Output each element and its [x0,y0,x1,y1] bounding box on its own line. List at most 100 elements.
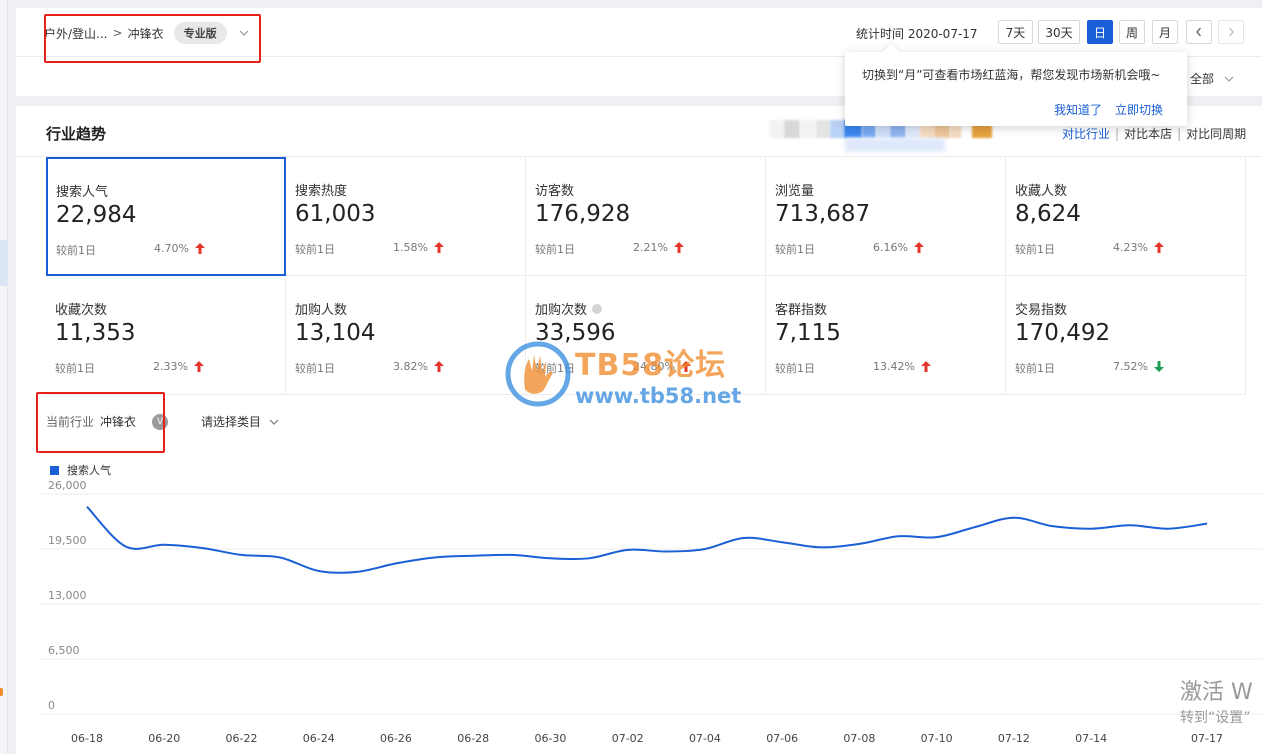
x-tick-label: 07-02 [612,732,644,745]
month-switch-tooltip: 切换到“月”可查看市场红蓝海，帮您发现市场新机会哦~ 我知道了 立即切换 [845,43,1187,126]
legend-label: 搜索人气 [67,464,111,477]
metric-compare-label: 较前1日 [295,362,335,375]
all-filter-dropdown[interactable]: 全部 [1190,70,1234,87]
metric-value: 713,687 [775,201,871,227]
compare-period-link[interactable]: 对比同周期 [1186,125,1246,142]
watermark-title: TB58论坛 [575,348,727,383]
period-7-days-button[interactable]: 7天 [998,20,1033,44]
metric-value: 176,928 [535,201,631,227]
metric-change-value: 7.52% [1113,360,1148,373]
period-week-button[interactable]: 周 [1119,20,1145,44]
link-separator: | [1115,126,1120,141]
metric-card[interactable]: 访客数 176,928 较前1日 2.21% [526,157,766,276]
annotation-box-industry [36,392,165,453]
legend-swatch [50,465,59,475]
metric-card[interactable]: 浏览量 713,687 较前1日 6.16% [766,157,1006,276]
trend-line-chart[interactable]: 0 6,500 13,000 19,500 26,000 06-18 06-20 06-22 0… [0,480,1262,754]
x-tick-label: 07-04 [689,732,721,745]
metric-change-value: 2.21% [633,241,668,254]
tooltip-dismiss-button[interactable]: 我知道了 [1054,101,1102,118]
metric-card[interactable]: 交易指数 170,492 较前1日 7.52% [1006,276,1246,395]
arrow-up-icon [1153,242,1164,253]
metric-compare-label: 较前1日 [1015,243,1055,256]
metric-name: 搜索热度 [295,184,348,199]
metric-change-value: 3.82% [393,360,428,373]
metric-name: 浏览量 [775,184,815,199]
category-select[interactable]: 请选择类目 [201,413,279,430]
metric-card[interactable]: 搜索人气 22,984 较前1日 4.70% [46,157,286,276]
compare-industry-link[interactable]: 对比行业 [1062,125,1110,142]
x-tick-label: 06-24 [303,732,335,745]
metric-change: 1.58% [393,241,444,254]
x-tick-label: 06-26 [380,732,412,745]
x-tick-label: 06-28 [457,732,489,745]
metric-change-value: 13.42% [873,360,915,373]
compare-store-link[interactable]: 对比本店 [1124,125,1172,142]
metric-card[interactable]: 加购人数 13,104 较前1日 3.82% [286,276,526,395]
info-icon[interactable] [592,303,603,314]
metric-card[interactable]: 搜索热度 61,003 较前1日 1.58% [286,157,526,276]
metric-change: 4.70% [154,242,205,255]
y-tick-label: 13,000 [48,589,87,602]
chart-legend[interactable]: 搜索人气 [50,462,111,478]
metric-change-value: 2.33% [153,360,188,373]
annotation-box-breadcrumb [44,14,261,63]
metric-change-value: 4.23% [1113,241,1148,254]
metric-compare-label: 较前1日 [1015,362,1055,375]
stat-time-label: 统计时间 2020-07-17 [856,27,978,41]
metric-name: 交易指数 [1015,303,1068,318]
metric-compare-label: 较前1日 [775,362,815,375]
metric-name: 加购人数 [295,303,348,318]
x-tick-label: 06-22 [225,732,257,745]
arrow-up-icon [193,361,204,372]
metric-change: 2.21% [633,241,684,254]
left-sidebar-selected-item[interactable] [0,240,8,286]
period-30-days-button[interactable]: 30天 [1038,20,1080,44]
watermark-url: www.tb58.net [575,384,742,408]
metric-name: 收藏人数 [1015,184,1068,199]
metric-compare-label: 较前1日 [775,243,815,256]
metric-change: 7.52% [1113,360,1164,373]
forum-watermark: TB58论坛 www.tb58.net [505,340,741,408]
period-month-button[interactable]: 月 [1152,20,1178,44]
arrow-up-icon [673,242,684,253]
chevron-down-icon [1224,76,1234,82]
metric-name: 收藏次数 [55,303,108,318]
period-day-button[interactable]: 日 [1087,20,1113,44]
x-tick-label: 07-10 [921,732,953,745]
y-tick-label: 26,000 [48,480,87,492]
chevron-left-icon [1196,27,1201,37]
y-tick-label: 19,500 [48,534,87,547]
chevron-right-icon [1229,27,1234,37]
x-tick-label: 07-14 [1075,732,1107,745]
metric-value: 8,624 [1015,201,1081,227]
y-tick-label: 0 [48,699,55,712]
category-select-placeholder: 请选择类目 [201,415,262,429]
x-tick-label: 06-20 [148,732,180,745]
metric-change: 6.16% [873,241,924,254]
metric-compare-label: 较前1日 [55,362,95,375]
x-tick-label: 07-08 [843,732,875,745]
arrow-up-icon [194,243,205,254]
series-line-search-popularity [86,505,1208,574]
metric-name: 加购次数 [535,299,603,318]
metric-name: 访客数 [535,184,575,199]
metric-card[interactable]: 客群指数 7,115 较前1日 13.42% [766,276,1006,395]
prev-period-button[interactable] [1186,20,1212,44]
metric-change-value: 4.70% [154,242,189,255]
all-filter-label: 全部 [1190,72,1215,86]
arrow-down-icon [1153,361,1164,372]
metric-value: 170,492 [1015,320,1111,346]
arrow-up-icon [433,242,444,253]
next-period-button[interactable] [1218,20,1244,44]
metric-change: 4.23% [1113,241,1164,254]
tooltip-switch-button[interactable]: 立即切换 [1115,101,1163,118]
metric-value: 11,353 [55,320,136,346]
chevron-down-icon [269,419,279,425]
metric-card[interactable]: 收藏次数 11,353 较前1日 2.33% [46,276,286,395]
metric-value: 61,003 [295,201,376,227]
metric-compare-label: 较前1日 [56,244,96,257]
compare-links: 对比行业 | 对比本店 | 对比同周期 [1062,125,1246,142]
x-tick-label: 07-06 [766,732,798,745]
metric-card[interactable]: 收藏人数 8,624 较前1日 4.23% [1006,157,1246,276]
